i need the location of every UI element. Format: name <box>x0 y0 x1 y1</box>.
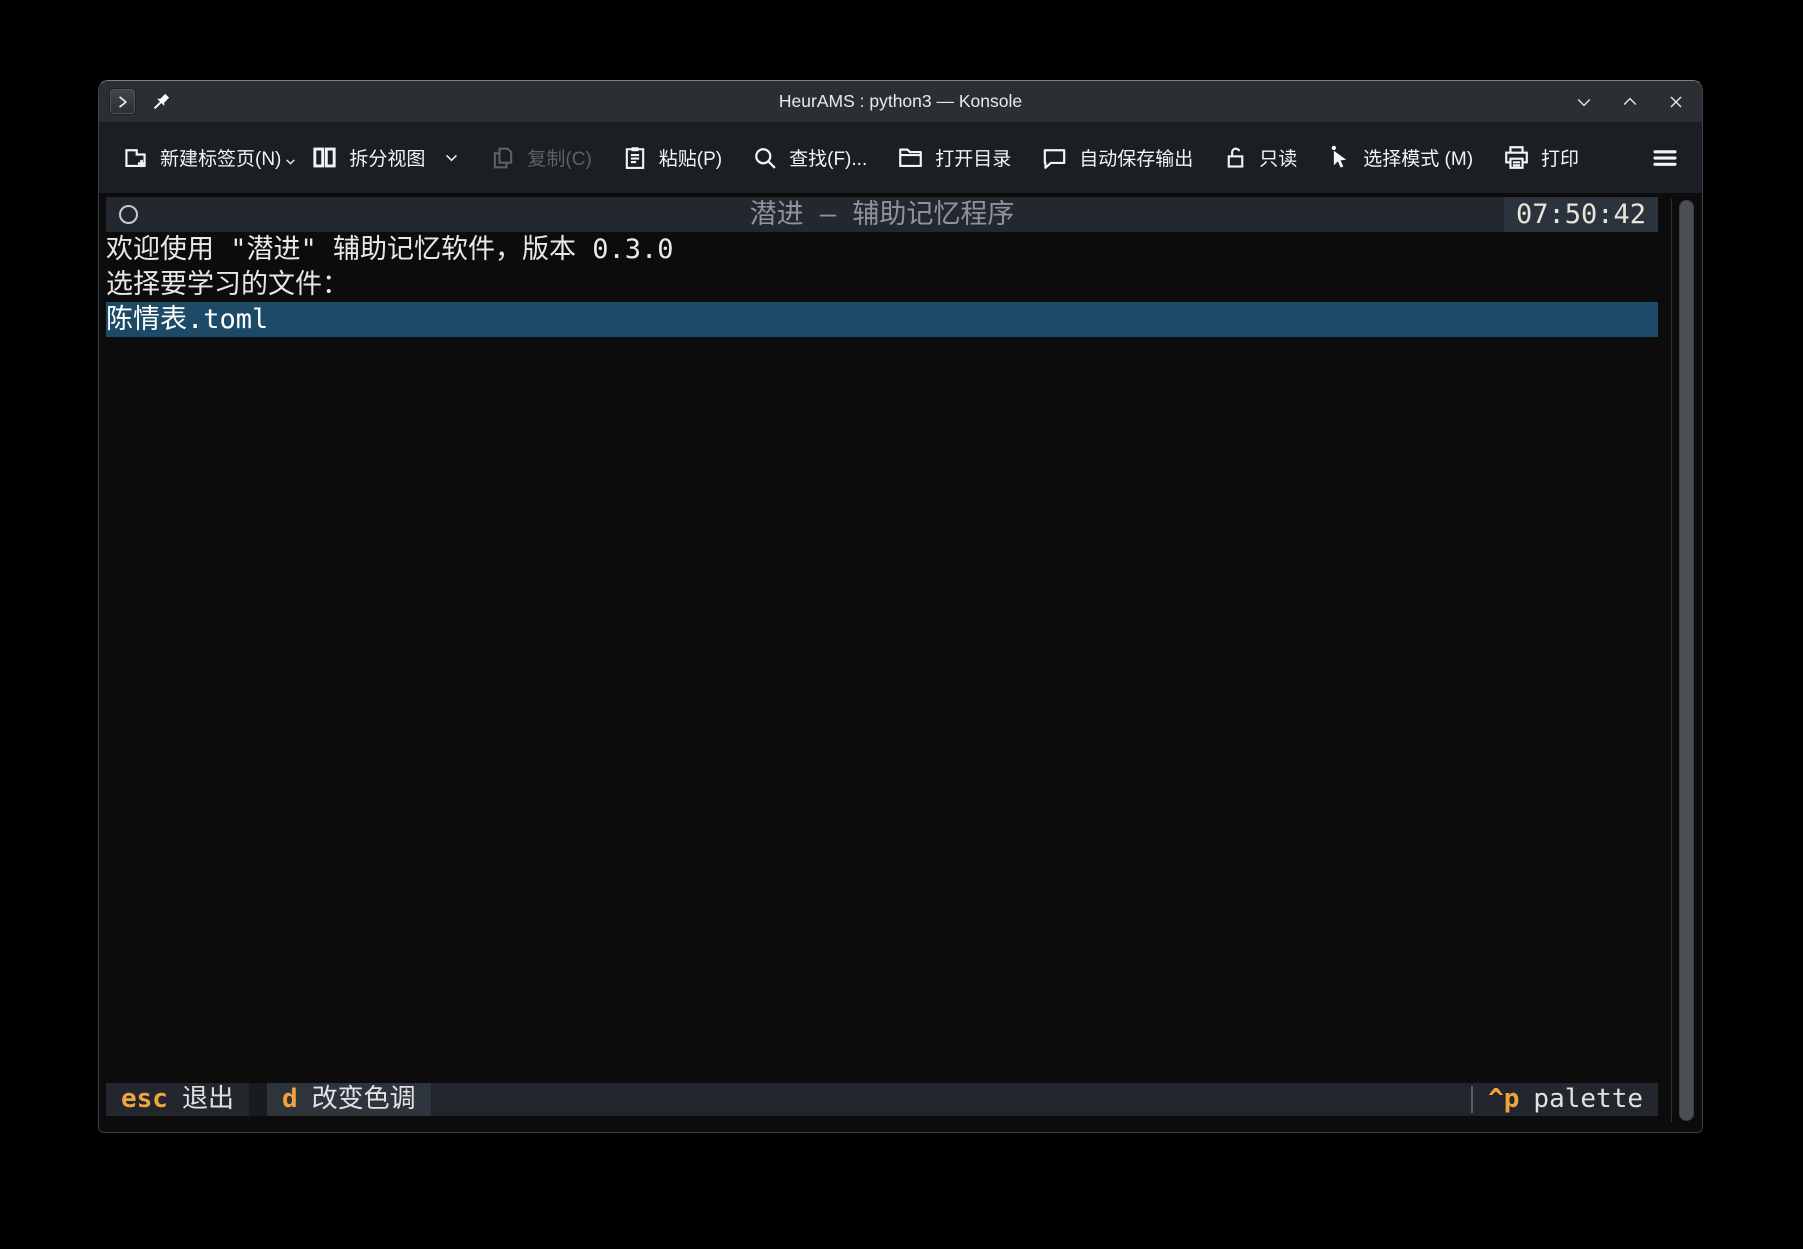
new-tab-icon <box>121 143 150 172</box>
pin-icon[interactable] <box>150 91 172 113</box>
paste-label: 粘贴(P) <box>659 144 722 171</box>
footer-palette-button[interactable]: ^p palette <box>1473 1083 1658 1116</box>
footer-binding-d[interactable]: d 改变色调 <box>267 1083 431 1116</box>
welcome-line: 欢迎使用 "潜进" 辅助记忆软件，版本 0.3.0 <box>106 232 1658 267</box>
print-label: 打印 <box>1541 144 1579 171</box>
speech-bubble-icon <box>1040 143 1069 172</box>
read-only-button[interactable]: 只读 <box>1222 144 1297 171</box>
tui-header: 潜进 – 辅助记忆程序 07:50:42 <box>106 197 1658 232</box>
scrollbar-track-edge <box>1671 199 1672 1122</box>
select-mode-button[interactable]: 选择模式 (M) <box>1326 144 1473 171</box>
cursor-arrow-icon <box>1326 144 1353 171</box>
terminal-empty-area <box>106 337 1658 1083</box>
print-button[interactable]: 打印 <box>1502 143 1579 172</box>
chevron-up-icon <box>1620 92 1640 112</box>
hamburger-menu-icon <box>1650 143 1680 173</box>
menu-button[interactable] <box>1650 143 1680 173</box>
konsole-app-icon[interactable] <box>109 88 136 115</box>
palette-key: ^p <box>1488 1083 1519 1116</box>
tui-clock: 07:50:42 <box>1504 197 1658 232</box>
window-controls <box>1574 92 1686 112</box>
toolbar: 新建标签页(N) 拆分视图 复制 <box>99 122 1702 193</box>
desktop-background: HeurAMS : python3 — Konsole <box>0 0 1803 1249</box>
split-view-icon <box>310 143 339 172</box>
konsole-window: HeurAMS : python3 — Konsole <box>98 80 1703 1133</box>
paste-button[interactable]: 粘贴(P) <box>621 144 722 172</box>
binding-key: esc <box>121 1083 168 1116</box>
search-icon <box>751 144 779 172</box>
chevron-down-icon <box>284 155 297 168</box>
footer-spacer <box>431 1083 1471 1116</box>
binding-label: 改变色调 <box>312 1083 416 1116</box>
close-icon <box>1666 92 1686 112</box>
binding-label: 退出 <box>182 1083 234 1116</box>
scrollbar-thumb[interactable] <box>1679 200 1694 1121</box>
new-tab-dropdown-caret[interactable] <box>284 152 297 174</box>
copy-icon <box>489 144 517 172</box>
prompt-line: 选择要学习的文件： <box>106 267 1658 302</box>
tui-footer: esc 退出 d 改变色调 ^p palette <box>106 1083 1658 1116</box>
terminal-prompt-icon <box>116 95 130 109</box>
split-view-dropdown-caret[interactable] <box>443 149 460 166</box>
new-tab-button[interactable]: 新建标签页(N) <box>121 143 281 172</box>
printer-icon <box>1502 143 1531 172</box>
new-tab-label: 新建标签页(N) <box>160 144 281 171</box>
read-only-label: 只读 <box>1259 144 1297 171</box>
binding-key: d <box>282 1083 298 1116</box>
terminal-view[interactable]: 潜进 – 辅助记忆程序 07:50:42 欢迎使用 "潜进" 辅助记忆软件，版本… <box>99 193 1702 1132</box>
maximize-button[interactable] <box>1620 92 1640 112</box>
titlebar[interactable]: HeurAMS : python3 — Konsole <box>99 81 1702 122</box>
find-label: 查找(F)... <box>789 144 867 171</box>
footer-gap <box>249 1083 267 1116</box>
open-directory-label: 打开目录 <box>935 144 1011 171</box>
minimize-button[interactable] <box>1574 92 1594 112</box>
autosave-output-label: 自动保存输出 <box>1079 144 1193 171</box>
unlocked-padlock-icon <box>1222 144 1249 171</box>
split-view-label: 拆分视图 <box>349 144 425 171</box>
open-directory-button[interactable]: 打开目录 <box>896 143 1011 172</box>
tui-app-title: 潜进 – 辅助记忆程序 <box>106 197 1658 232</box>
select-mode-label: 选择模式 (M) <box>1363 144 1473 171</box>
window-title: HeurAMS : python3 — Konsole <box>99 91 1702 112</box>
palette-label: palette <box>1533 1083 1643 1116</box>
paste-icon <box>621 144 649 172</box>
folder-icon <box>896 143 925 172</box>
split-view-button[interactable]: 拆分视图 <box>310 143 460 172</box>
chevron-down-icon <box>443 149 460 166</box>
footer-binding-esc[interactable]: esc 退出 <box>106 1083 249 1116</box>
tui-header-circle-icon[interactable] <box>119 205 138 224</box>
chevron-down-icon <box>1574 92 1594 112</box>
file-list-item-selected[interactable]: 陈情表.toml <box>106 302 1658 337</box>
copy-button: 复制(C) <box>489 144 591 172</box>
close-button[interactable] <box>1666 92 1686 112</box>
find-button[interactable]: 查找(F)... <box>751 144 867 172</box>
copy-label: 复制(C) <box>527 144 591 171</box>
autosave-output-button[interactable]: 自动保存输出 <box>1040 143 1193 172</box>
